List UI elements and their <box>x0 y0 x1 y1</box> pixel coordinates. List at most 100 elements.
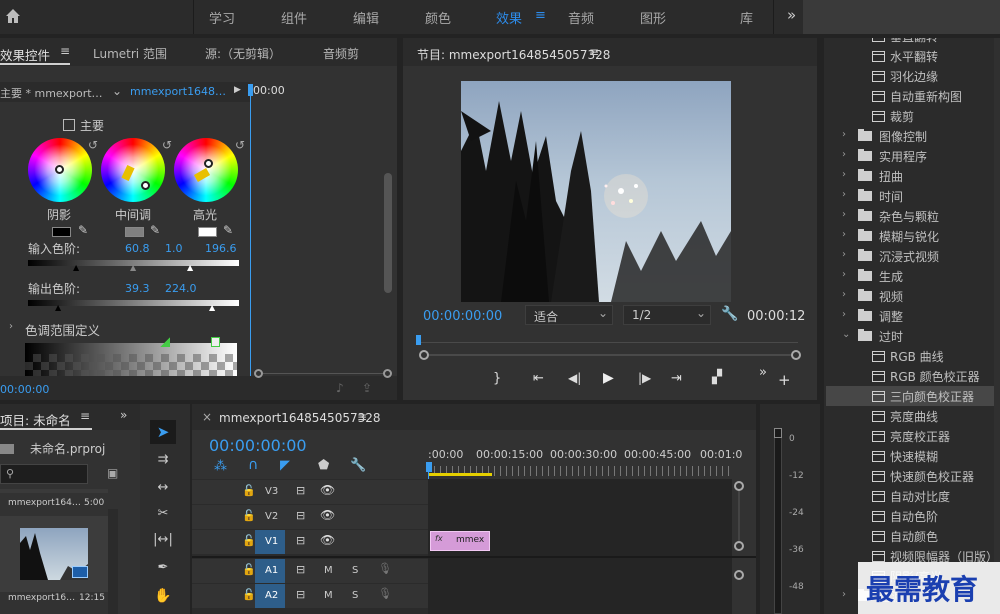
effect-item[interactable]: 垂直翻转 <box>826 38 998 46</box>
effect-item[interactable]: 羽化边缘 <box>826 66 998 86</box>
chevron-right-icon[interactable]: › <box>9 321 13 332</box>
hand-tool-icon[interactable]: ✋ <box>150 584 176 608</box>
effect-item[interactable]: 快速模糊 <box>826 446 998 466</box>
wrench-icon[interactable]: 🔧 <box>350 458 366 473</box>
effect-item[interactable]: 自动重新构图 <box>826 86 998 106</box>
tab-lumetri-scopes[interactable]: Lumetri 范围 <box>93 45 167 62</box>
step-back-icon[interactable]: ◀| <box>568 371 581 385</box>
sync-lock-icon[interactable]: ⊟ <box>296 484 305 497</box>
export-icon[interactable]: ⇪ <box>362 381 372 395</box>
chevron-right-icon[interactable]: › <box>842 189 846 200</box>
play-icon[interactable]: ▶ <box>603 370 614 386</box>
tab-color[interactable]: 颜色 <box>425 8 451 27</box>
black-swatch[interactable] <box>52 227 71 237</box>
chevron-down-icon[interactable]: ⌄ <box>842 329 850 340</box>
add-button-icon[interactable]: + <box>778 371 791 389</box>
solo-button[interactable]: S <box>352 590 358 601</box>
program-timecode[interactable]: 00:00:00:00 <box>423 309 502 324</box>
effects-folder[interactable]: › 实用程序 <box>826 146 998 166</box>
mark-out-icon[interactable]: } <box>493 371 501 386</box>
track-select-tool-icon[interactable]: ⇉ <box>150 448 176 472</box>
effect-item[interactable]: 亮度曲线 <box>826 406 998 426</box>
sync-lock-icon[interactable]: ⊟ <box>296 588 305 601</box>
white-swatch[interactable] <box>198 227 217 237</box>
scroll-handle[interactable] <box>734 541 744 551</box>
slip-tool-icon[interactable]: |↔| <box>150 528 176 552</box>
home-icon[interactable] <box>4 7 22 25</box>
track-label[interactable]: V3 <box>265 486 278 497</box>
tab-libraries[interactable]: 库 <box>740 8 753 27</box>
chevron-right-icon[interactable]: › <box>842 229 846 240</box>
audio-clip-icon[interactable]: ♪ <box>336 381 344 395</box>
media-item-name[interactable]: mmexport164… <box>8 498 81 508</box>
reset-icon[interactable]: ↺ <box>162 138 172 152</box>
timeline-playhead[interactable] <box>426 462 432 472</box>
tab-editing[interactable]: 编辑 <box>353 8 379 27</box>
chevron-right-icon[interactable]: › <box>842 289 846 300</box>
tonal-range-label[interactable]: 色调范围定义 <box>25 320 100 339</box>
chevron-right-icon[interactable]: › <box>842 249 846 260</box>
snap-icon[interactable]: ⁂ <box>214 459 227 474</box>
track-label[interactable]: A1 <box>265 565 278 576</box>
output-white-value[interactable]: 224.0 <box>165 282 197 295</box>
reset-icon[interactable]: ↺ <box>88 138 98 152</box>
track-label[interactable]: A2 <box>265 590 278 601</box>
tab-effects[interactable]: 效果 <box>496 8 522 27</box>
mute-button[interactable]: M <box>324 565 333 576</box>
scroll-handle[interactable] <box>254 369 263 378</box>
effect-item[interactable]: 亮度校正器 <box>826 426 998 446</box>
lock-icon[interactable]: 🔓 <box>242 563 256 576</box>
eye-icon[interactable]: 👁 <box>320 533 335 547</box>
effect-item[interactable]: 自动颜色 <box>826 526 998 546</box>
timeline-menu-icon[interactable]: ≡ <box>357 410 367 424</box>
scroll-handle[interactable] <box>734 481 744 491</box>
export-frame-icon[interactable]: ▞ <box>712 370 722 385</box>
input-white-value[interactable]: 196.6 <box>205 242 237 255</box>
sequence-clip-label[interactable]: mmexport1648… <box>130 85 226 98</box>
chevron-right-icon[interactable]: › <box>842 129 846 140</box>
eye-icon[interactable]: 👁 <box>320 483 335 497</box>
eye-icon[interactable]: 👁 <box>320 508 335 522</box>
playhead-marker[interactable] <box>416 335 421 345</box>
microphone-icon[interactable]: 🎙 <box>378 587 392 600</box>
effect-item[interactable]: 三向颜色校正器 <box>826 386 998 406</box>
input-black-value[interactable]: 60.8 <box>125 242 150 255</box>
go-to-out-icon[interactable]: ⇥ <box>671 371 682 386</box>
tab-audio-clip[interactable]: 音频剪 <box>323 45 359 62</box>
scroll-handle[interactable] <box>383 369 392 378</box>
chevron-right-icon[interactable]: › <box>842 169 846 180</box>
chevron-right-icon[interactable]: › <box>842 269 846 280</box>
lock-icon[interactable]: 🔓 <box>242 588 256 601</box>
ripple-edit-tool-icon[interactable]: ↔ <box>150 476 176 500</box>
marker-add-icon[interactable]: ◤ <box>280 458 290 473</box>
effect-item[interactable]: RGB 曲线 <box>826 346 998 366</box>
tab-effects-menu-icon[interactable]: ≡ <box>535 8 546 23</box>
media-thumbnail[interactable] <box>0 516 108 592</box>
effects-folder[interactable]: › 模糊与锐化 <box>826 226 998 246</box>
find-icon[interactable]: ▣ <box>107 466 118 480</box>
step-forward-icon[interactable]: |▶ <box>638 371 651 385</box>
track-label[interactable]: V2 <box>265 511 278 522</box>
lock-icon[interactable]: 🔓 <box>242 484 256 497</box>
link-icon[interactable]: ∩ <box>248 457 258 473</box>
go-to-in-icon[interactable]: ⇤ <box>533 371 544 386</box>
resolution-dropdown[interactable]: 1/2 ⌄ <box>623 305 711 325</box>
reset-icon[interactable]: ↺ <box>235 138 245 152</box>
eyedropper-icon[interactable]: ✎ <box>223 223 233 237</box>
more-panels-icon[interactable]: » <box>120 408 127 422</box>
sync-lock-icon[interactable]: ⊟ <box>296 563 305 576</box>
project-search-input[interactable]: ⚲ <box>0 464 88 484</box>
effect-item[interactable]: 裁剪 <box>826 106 998 126</box>
razor-tool-icon[interactable]: ✂ <box>150 502 176 526</box>
tab-assembly[interactable]: 组件 <box>281 8 307 27</box>
close-icon[interactable]: × <box>202 410 212 424</box>
timeline-timecode[interactable]: 00:00:00:00 <box>209 436 307 455</box>
effects-folder[interactable]: › 生成 <box>826 266 998 286</box>
selection-tool-icon[interactable]: ➤ <box>150 420 176 444</box>
eyedropper-icon[interactable]: ✎ <box>78 223 88 237</box>
effects-folder[interactable]: › 调整 <box>826 306 998 326</box>
effect-item[interactable]: 自动对比度 <box>826 486 998 506</box>
effects-folder[interactable]: › 视频 <box>826 286 998 306</box>
effects-folder[interactable]: › 杂色与颗粒 <box>826 206 998 226</box>
tab-source[interactable]: 源:（无剪辑） <box>205 45 281 62</box>
